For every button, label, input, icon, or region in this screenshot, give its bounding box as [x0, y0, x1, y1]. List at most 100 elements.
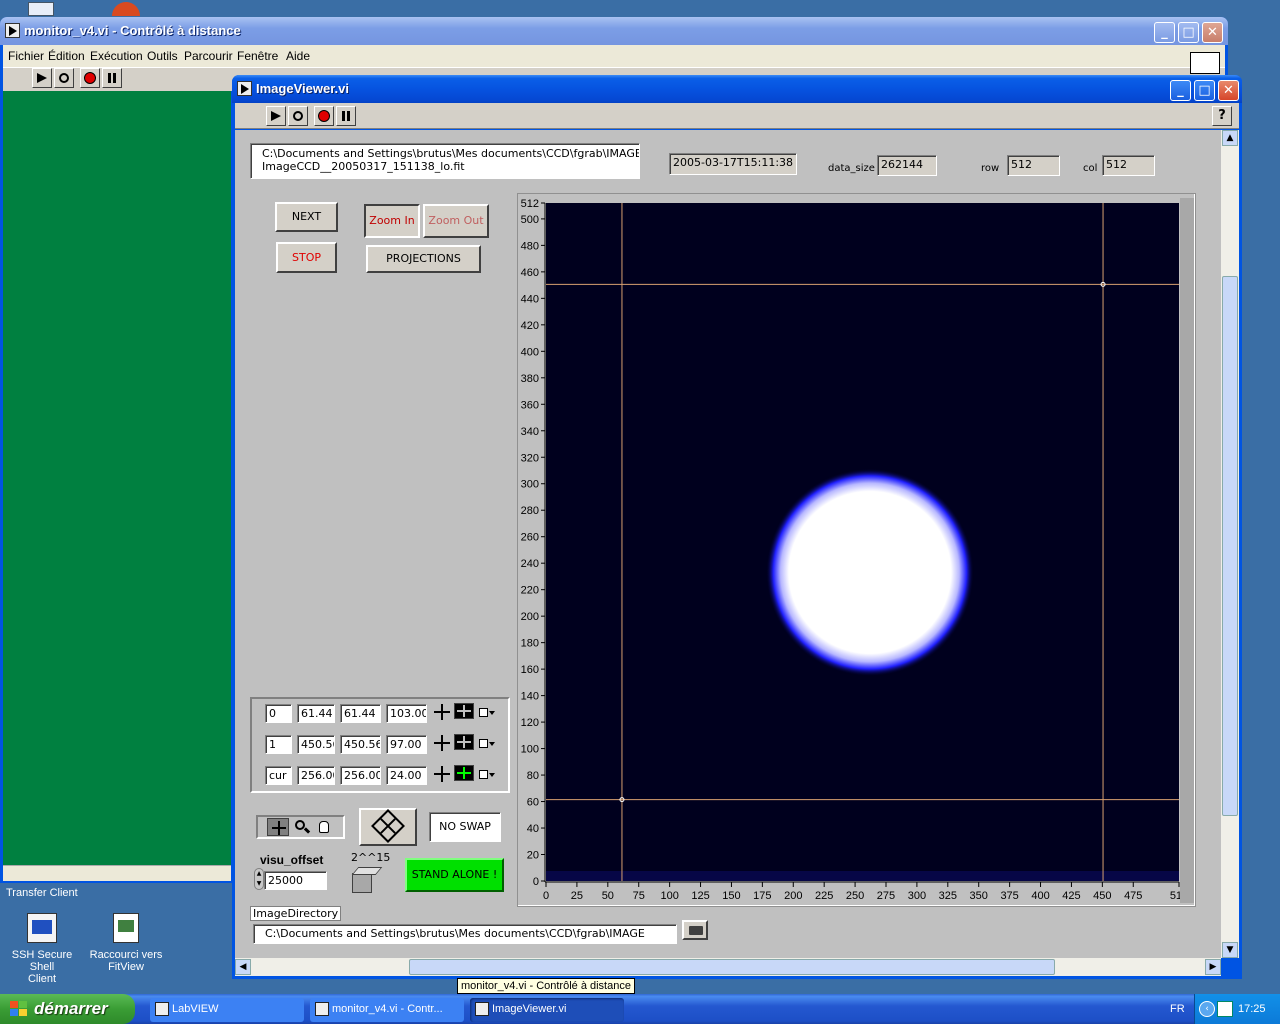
language-indicator[interactable]: FR: [1170, 1003, 1185, 1015]
image-directory-field[interactable]: C:\Documents and Settings\brutus\Mes doc…: [253, 924, 677, 944]
x-tick-label: 275: [877, 890, 895, 902]
cursor-x-field[interactable]: 450.56: [297, 735, 335, 754]
x-tick-label: 175: [753, 890, 771, 902]
y-tick-label: 280: [521, 505, 539, 517]
x-tick-label: 150: [722, 890, 740, 902]
y-tick-label: 220: [521, 585, 539, 597]
y-tick-label: 260: [521, 532, 539, 544]
y-tick-label: 120: [521, 717, 539, 729]
power-label: 2^^15: [351, 851, 391, 864]
cursor-value-field[interactable]: 103.00: [386, 704, 427, 723]
vi-icon: [315, 1002, 329, 1016]
cursor-style-icon[interactable]: [454, 765, 474, 781]
tray-expand-icon[interactable]: ‹: [1199, 1001, 1215, 1017]
y-tick-label: 380: [521, 373, 539, 385]
cursor-mode-icon[interactable]: [267, 818, 289, 836]
tray-app-icon[interactable]: [1217, 1001, 1233, 1017]
vi-icon: [475, 1002, 489, 1016]
x-tick-label: 100: [660, 890, 678, 902]
visu-offset-stepper-icon[interactable]: ▲ ▼: [254, 868, 264, 890]
x-tick-label: 475: [1124, 890, 1142, 902]
no-swap-button[interactable]: NO SWAP: [429, 812, 501, 842]
y-tick-label: 60: [527, 797, 539, 809]
cursor-name-field[interactable]: 1: [265, 735, 292, 754]
y-tick-label: 320: [521, 452, 539, 464]
y-tick-label: 40: [527, 823, 539, 835]
x-tick-label: 75: [633, 890, 645, 902]
x-tick-label: 50: [602, 890, 614, 902]
cursor-y-field[interactable]: 61.44: [340, 704, 381, 723]
cursor-value-field[interactable]: 97.00: [386, 735, 427, 754]
y-tick-label: 460: [521, 267, 539, 279]
cursor-move-icon[interactable]: [432, 765, 452, 783]
x-tick-label: 200: [784, 890, 802, 902]
x-tick-label: 350: [970, 890, 988, 902]
y-tick-label: 180: [521, 638, 539, 650]
image-directory-label: ImageDirectory: [250, 906, 342, 921]
y-tick-label: 80: [527, 770, 539, 782]
taskbar-tooltip: monitor_v4.vi - Contrôlé à distance: [457, 978, 635, 994]
cube-toggle-icon[interactable]: [351, 867, 383, 895]
cursor-x-field[interactable]: 256.00: [297, 766, 335, 785]
graph-right-edge: [1180, 198, 1194, 903]
x-tick-label: 425: [1062, 890, 1080, 902]
clock: 17:25: [1238, 1003, 1266, 1015]
task-imageviewer[interactable]: ImageViewer.vi: [470, 998, 624, 1022]
stand-alone-button[interactable]: STAND ALONE !: [405, 858, 504, 892]
y-tick-label: 340: [521, 426, 539, 438]
x-tick-label: 250: [846, 890, 864, 902]
navigation-diamond-icon: [371, 809, 405, 843]
y-tick-label: 100: [521, 744, 539, 756]
windows-flag-icon: [10, 1001, 28, 1017]
x-tick-label: 400: [1031, 890, 1049, 902]
cursor-style-icon[interactable]: [454, 703, 474, 719]
y-tick-label: 20: [527, 850, 539, 862]
cursor-move-icon[interactable]: [432, 734, 452, 752]
x-tick-label: 125: [691, 890, 709, 902]
start-label: démarrer: [34, 999, 108, 1018]
x-tick-label: 25: [571, 890, 583, 902]
x-tick-label: 450: [1093, 890, 1111, 902]
y-tick-label: 300: [521, 479, 539, 491]
x-tick-label: 225: [815, 890, 833, 902]
y-tick-label: 360: [521, 399, 539, 411]
start-button[interactable]: démarrer: [0, 994, 135, 1024]
cursor-lock-icon[interactable]: [476, 703, 496, 721]
y-tick-label: 500: [521, 214, 539, 226]
x-tick-label: 375: [1000, 890, 1018, 902]
cursor-lock-icon[interactable]: [476, 765, 496, 783]
browse-folder-button[interactable]: [682, 920, 708, 940]
visu-offset-label: visu_offset: [260, 853, 324, 867]
y-tick-label: 420: [521, 320, 539, 332]
cursor-y-field[interactable]: 450.56: [340, 735, 381, 754]
y-tick-label: 512: [521, 198, 539, 210]
y-tick-label: 160: [521, 664, 539, 676]
cursor-move-icon[interactable]: [432, 703, 452, 721]
bottom-noise-band: [546, 871, 1179, 881]
intensity-graph[interactable]: 5125004804604404204003803603403203002802…: [0, 0, 1280, 1024]
diamond-nav-button[interactable]: [359, 808, 417, 846]
y-tick-label: 400: [521, 346, 539, 358]
cursor-lock-icon[interactable]: [476, 734, 496, 752]
y-tick-label: 200: [521, 611, 539, 623]
pan-hand-icon[interactable]: [314, 818, 334, 836]
folder-icon: [689, 926, 703, 935]
y-tick-label: 140: [521, 691, 539, 703]
task-labview[interactable]: LabVIEW: [150, 998, 304, 1022]
cursor-value-field[interactable]: 24.00: [386, 766, 427, 785]
cursor-name-field[interactable]: cur: [265, 766, 292, 785]
task-monitor[interactable]: monitor_v4.vi - Contr...: [310, 998, 464, 1022]
x-tick-label: 0: [543, 890, 549, 902]
x-tick-label: 325: [939, 890, 957, 902]
bright-spot: [766, 468, 974, 677]
y-tick-label: 480: [521, 240, 539, 252]
x-tick-label: 300: [908, 890, 926, 902]
visu-offset-field[interactable]: 25000: [264, 871, 327, 890]
cursor-y-field[interactable]: 256.00: [340, 766, 381, 785]
cursor-x-field[interactable]: 61.44: [297, 704, 335, 723]
zoom-tool-icon[interactable]: [292, 818, 312, 836]
y-tick-label: 240: [521, 558, 539, 570]
y-tick-label: 440: [521, 293, 539, 305]
cursor-style-icon[interactable]: [454, 734, 474, 750]
cursor-name-field[interactable]: 0: [265, 704, 292, 723]
